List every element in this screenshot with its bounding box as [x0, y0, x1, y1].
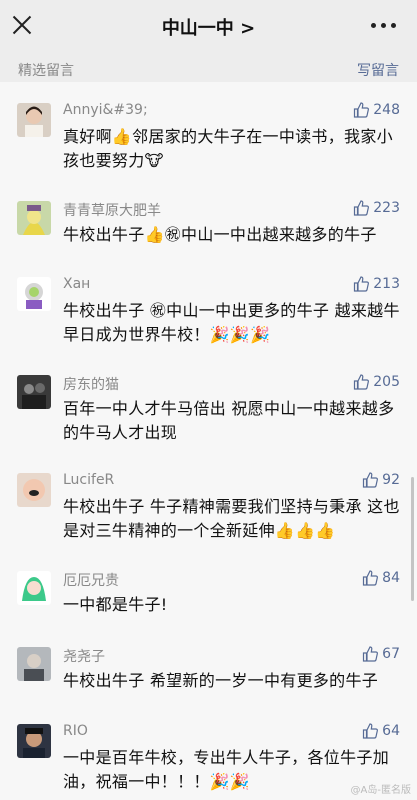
like-button[interactable]: 64: [362, 723, 400, 739]
comment-author: RIO: [63, 723, 88, 739]
like-button[interactable]: 205: [353, 374, 400, 390]
like-count: 84: [382, 570, 400, 586]
avatar[interactable]: [17, 103, 51, 137]
watermark: @A岛-匿名版: [350, 785, 411, 796]
comment-author: 房东的猫: [63, 377, 119, 393]
like-button[interactable]: 67: [362, 646, 400, 662]
thumb-up-icon: [354, 276, 370, 292]
top-bar: 中山一中 >: [0, 0, 417, 52]
like-button[interactable]: 84: [362, 570, 400, 586]
scrollbar[interactable]: [411, 477, 414, 601]
thumb-up-icon: [363, 646, 379, 662]
like-count: 64: [382, 723, 400, 739]
thumb-up-icon: [354, 374, 370, 390]
like-count: 92: [382, 472, 400, 488]
comment-text: 牛校出牛子👍㊗中山一中出越来越多的牛子: [63, 225, 377, 244]
write-comment-button[interactable]: 写留言: [357, 60, 399, 80]
comment-author: 尧尧子: [63, 649, 105, 665]
more-icon[interactable]: [369, 16, 399, 34]
avatar[interactable]: [17, 473, 51, 507]
comment-author: LucifeR: [63, 472, 115, 488]
comment-text: 真好啊👍邻居家的大牛子在一中读书，我家小孩也要努力🐮: [63, 127, 393, 170]
avatar[interactable]: [17, 201, 51, 235]
avatar[interactable]: [17, 724, 51, 758]
avatar[interactable]: [17, 647, 51, 681]
comment-list: Annyi&#39; 248 真好啊👍邻居家的大牛子在一中读书，我家小孩也要努力…: [0, 82, 417, 800]
featured-comments-label: 精选留言: [18, 63, 74, 79]
like-button[interactable]: 248: [353, 102, 400, 118]
like-count: 205: [373, 374, 400, 390]
thumb-up-icon: [354, 200, 370, 216]
comment-author: Annyi&#39;: [63, 102, 148, 118]
thumb-up-icon: [363, 570, 379, 586]
comment-text: 百年一中人才牛马倍出 祝愿中山一中越来越多的牛马人才出现: [63, 399, 395, 442]
comment-text: 一中都是牛子!: [63, 595, 168, 614]
comment-author: 青青草原大肥羊: [63, 203, 161, 219]
thumb-up-icon: [363, 472, 379, 488]
like-count: 213: [373, 276, 400, 292]
comment-text: 牛校出牛子 希望新的一岁一中有更多的牛子: [63, 671, 379, 690]
comment-author: Хан: [63, 276, 91, 292]
like-count: 223: [373, 200, 400, 216]
thumb-up-icon: [354, 102, 370, 118]
avatar[interactable]: [17, 277, 51, 311]
thumb-up-icon: [363, 723, 379, 739]
comment-text: 牛校出牛子 ㊗中山一中出更多的牛子 越来越牛 早日成为世界牛校！🎉🎉🎉: [63, 301, 400, 344]
avatar[interactable]: [17, 375, 51, 409]
page-title[interactable]: 中山一中 >: [0, 14, 417, 40]
comment-author: 厄厄兄贵: [63, 573, 119, 589]
like-count: 67: [382, 646, 400, 662]
like-button[interactable]: 92: [362, 472, 400, 488]
comment-text: 牛校出牛子 牛子精神需要我们坚持与秉承 这也是对三牛精神的一个全新延伸👍👍👍: [63, 497, 400, 540]
avatar[interactable]: [17, 571, 51, 605]
like-button[interactable]: 213: [353, 276, 400, 292]
like-count: 248: [373, 102, 400, 118]
like-button[interactable]: 223: [353, 200, 400, 216]
